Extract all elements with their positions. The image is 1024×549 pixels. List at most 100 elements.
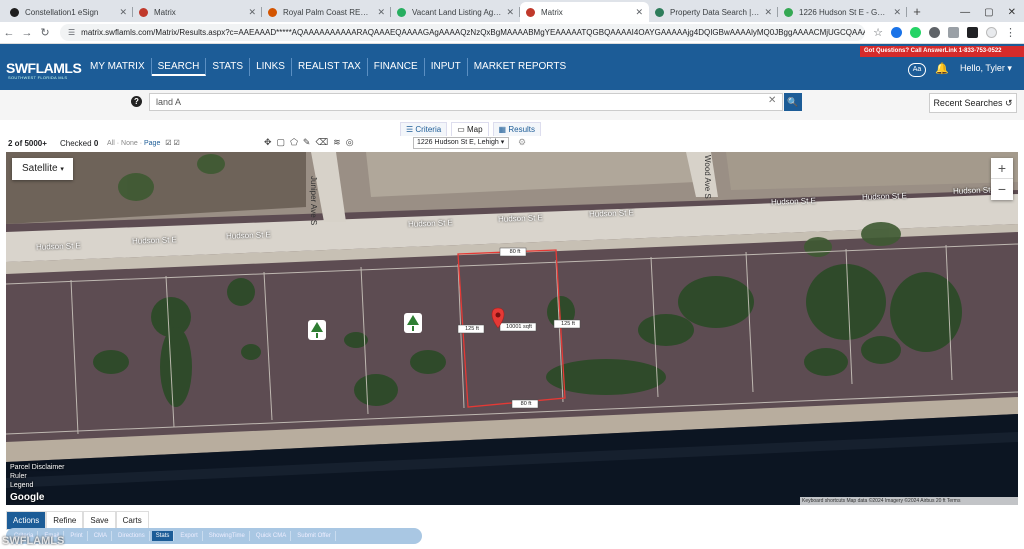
- action-quick-cma[interactable]: Quick CMA: [252, 531, 292, 541]
- layers-icon[interactable]: ≋: [333, 137, 341, 148]
- chevron-down-icon: ▾: [60, 166, 64, 173]
- draw-polygon-icon[interactable]: ⬠: [290, 137, 298, 148]
- nav-realist-tax[interactable]: REALIST TAX: [292, 58, 368, 76]
- forward-icon[interactable]: →: [18, 27, 36, 39]
- browser-tab[interactable]: Royal Palm Coast REALTOR® - ✕: [262, 2, 391, 22]
- checkbox-icon[interactable]: ☑: [165, 140, 171, 147]
- text-size-button[interactable]: Aa: [908, 63, 926, 77]
- clear-search-icon[interactable]: ✕: [768, 95, 776, 106]
- bell-icon[interactable]: 🔔: [935, 62, 949, 75]
- pan-icon[interactable]: ✥: [264, 137, 272, 148]
- tab-map[interactable]: ▭ Map: [451, 122, 489, 137]
- nav-finance[interactable]: FINANCE: [368, 58, 425, 76]
- extension-icon[interactable]: [929, 27, 940, 38]
- action-cma[interactable]: CMA: [90, 531, 113, 541]
- select-page-link[interactable]: Page: [144, 140, 160, 147]
- browser-tab[interactable]: Property Data Search | Lee Cou ✕: [649, 2, 778, 22]
- tab-title: Royal Palm Coast REALTOR® -: [283, 7, 373, 17]
- new-tab-button[interactable]: +: [907, 2, 927, 22]
- result-count: 2 of 5000+: [8, 139, 47, 148]
- browser-tab[interactable]: Vacant Land Listing Agreement ✕: [391, 2, 520, 22]
- whatsapp-icon[interactable]: [910, 27, 921, 38]
- main-nav: MY MATRIX SEARCH STATS LINKS REALIST TAX…: [84, 58, 572, 76]
- star-icon[interactable]: ☆: [873, 26, 883, 39]
- nav-input[interactable]: INPUT: [425, 58, 468, 76]
- reload-icon[interactable]: ↻: [36, 26, 54, 39]
- action-directions[interactable]: Directions: [114, 531, 150, 541]
- street-label-hudson: Hudson St E: [497, 213, 544, 224]
- menu-kebab-icon[interactable]: ⋮: [1005, 26, 1016, 39]
- tab-favicon-icon: [139, 7, 148, 17]
- maximize-icon[interactable]: ▢: [984, 7, 993, 18]
- minimize-icon[interactable]: —: [960, 7, 970, 18]
- nav-my-matrix[interactable]: MY MATRIX: [84, 58, 152, 76]
- action-print[interactable]: Print: [66, 531, 88, 541]
- street-label-hudson: Hudson St E: [770, 196, 817, 207]
- settings-icon[interactable]: ⚙: [518, 137, 526, 148]
- browser-tab[interactable]: 1226 Hudson St E - Google Ma ✕: [778, 2, 907, 22]
- action-showingtime[interactable]: ShowingTime: [205, 531, 250, 541]
- site-info-icon[interactable]: ☰: [68, 28, 75, 37]
- browser-tab[interactable]: Constellation1 eSign ✕: [4, 2, 133, 22]
- nav-links[interactable]: LINKS: [250, 58, 292, 76]
- dimension-label-bottom: 80 ft: [520, 401, 532, 407]
- extensions-puzzle-icon[interactable]: [948, 27, 959, 38]
- checkbox-multi-icon[interactable]: ☑: [174, 140, 180, 147]
- zoom-out-button[interactable]: −: [991, 179, 1013, 200]
- results-icon: ▦: [498, 125, 507, 134]
- site-logo-subtitle: SOUTHWEST FLORIDA MLS: [8, 75, 68, 80]
- select-none-link[interactable]: None: [121, 140, 138, 147]
- close-icon[interactable]: ✕: [506, 7, 514, 18]
- close-icon[interactable]: ✕: [248, 7, 256, 18]
- ruler-link[interactable]: Ruler: [10, 472, 64, 481]
- street-label-hudson: Hudson St E: [861, 191, 908, 202]
- nav-stats[interactable]: STATS: [206, 58, 251, 76]
- draw-rectangle-icon[interactable]: ▢: [277, 137, 286, 148]
- close-icon[interactable]: ✕: [635, 7, 643, 18]
- action-bar: Criteria Email Print CMA Directions Stat…: [6, 528, 422, 544]
- close-icon[interactable]: ✕: [893, 7, 901, 18]
- close-icon[interactable]: ✕: [764, 7, 772, 18]
- greeting-text: Hello, Tyler: [960, 63, 1005, 73]
- profile-avatar[interactable]: [986, 27, 997, 38]
- tab-results[interactable]: ▦ Results: [492, 122, 542, 137]
- recent-searches-button[interactable]: Recent Searches ↺: [929, 93, 1017, 113]
- eraser-icon[interactable]: ⌫: [315, 137, 328, 148]
- sidepanel-icon[interactable]: [967, 27, 978, 38]
- extension-icon[interactable]: [891, 27, 902, 38]
- draw-pencil-icon[interactable]: ✎: [303, 137, 311, 148]
- tab-title: Matrix: [541, 7, 563, 17]
- window-controls: — ▢ ✕: [960, 2, 1024, 22]
- checked-count: Checked 0: [60, 139, 98, 148]
- parcel-disclaimer-link[interactable]: Parcel Disclaimer: [10, 463, 64, 472]
- map-type-select[interactable]: Satellite ▾: [12, 158, 73, 180]
- user-menu[interactable]: Hello, Tyler ▾: [960, 63, 1012, 74]
- help-icon[interactable]: ?: [131, 96, 142, 107]
- checked-label: Checked: [60, 139, 92, 148]
- site-logo[interactable]: SWFLAMLS: [6, 60, 82, 76]
- address-select[interactable]: 1226 Hudson St E, Lehigh ▾: [413, 137, 509, 149]
- search-icon[interactable]: 🔍: [784, 93, 802, 111]
- close-window-icon[interactable]: ✕: [1008, 7, 1016, 18]
- answerlink-banner[interactable]: Got Questions? Call AnswerLink 1-833-753…: [860, 46, 1024, 57]
- tab-criteria[interactable]: ☰ Criteria: [400, 122, 448, 137]
- back-icon[interactable]: ←: [0, 27, 18, 39]
- zoom-in-button[interactable]: +: [991, 158, 1013, 179]
- legend-link[interactable]: Legend: [10, 481, 64, 490]
- url-field[interactable]: ☰ matrix.swflamls.com/Matrix/Results.asp…: [60, 24, 866, 41]
- close-icon[interactable]: ✕: [119, 7, 127, 18]
- browser-tab-active[interactable]: Matrix ✕: [520, 2, 649, 22]
- action-stats[interactable]: Stats: [151, 531, 175, 541]
- street-label-hudson: Hudson St E: [35, 241, 82, 252]
- close-icon[interactable]: ✕: [377, 7, 385, 18]
- action-submit-offer[interactable]: Submit Offer: [293, 531, 336, 541]
- url-text: matrix.swflamls.com/Matrix/Results.aspx?…: [81, 28, 865, 37]
- select-all-link[interactable]: All: [107, 140, 115, 147]
- nav-search[interactable]: SEARCH: [151, 58, 207, 76]
- select-links: All · None · Page ☑ ☑: [107, 140, 180, 147]
- action-export[interactable]: Export: [176, 531, 203, 541]
- target-icon[interactable]: ◎: [346, 137, 354, 148]
- search-input[interactable]: land A: [149, 93, 783, 111]
- nav-market-reports[interactable]: MARKET REPORTS: [468, 58, 572, 76]
- browser-tab[interactable]: Matrix ✕: [133, 2, 262, 22]
